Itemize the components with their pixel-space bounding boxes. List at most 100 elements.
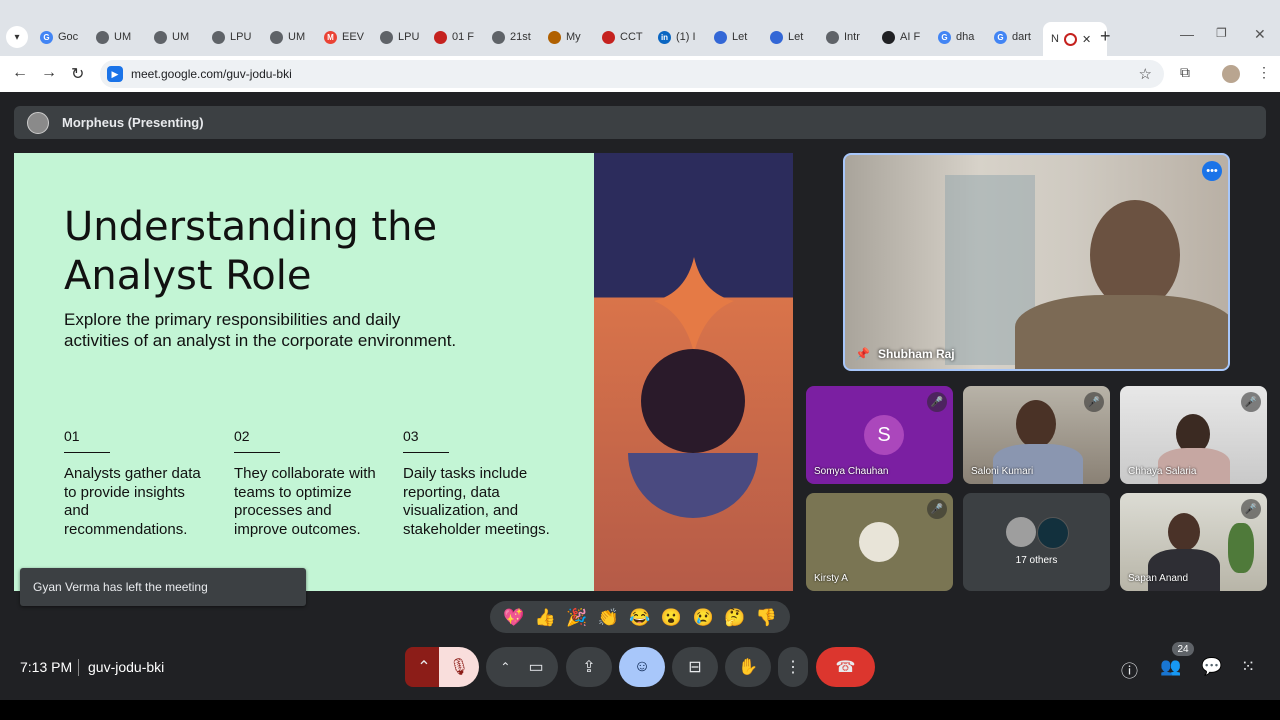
pinned-participant-tile[interactable]: ••• 📌 Shubham Raj bbox=[843, 153, 1230, 371]
browser-tab[interactable]: UM bbox=[154, 26, 202, 48]
reaction-party[interactable]: 🎉 bbox=[566, 609, 587, 626]
reaction-thumbs-down[interactable]: 👎 bbox=[756, 609, 777, 626]
new-tab-button[interactable]: + bbox=[1100, 26, 1111, 47]
url-text: meet.google.com/guv-jodu-bki bbox=[131, 67, 292, 81]
browser-tab[interactable]: AI F bbox=[882, 26, 930, 48]
participant-name: Chhaya Salaria bbox=[1128, 466, 1197, 477]
browser-tab[interactable]: Let bbox=[770, 26, 818, 48]
extensions-icon[interactable]: ⧉ bbox=[1180, 64, 1190, 81]
plant bbox=[1228, 523, 1254, 573]
participant-tile[interactable]: 🎤 Sapan Anand bbox=[1120, 493, 1267, 591]
more-options-button[interactable]: ⋮ bbox=[778, 647, 808, 687]
tab-label: Intr bbox=[844, 31, 860, 43]
browser-tab[interactable]: 01 F bbox=[434, 26, 482, 48]
reaction-thinking[interactable]: 🤔 bbox=[724, 609, 745, 626]
meet-site-icon: ▶ bbox=[107, 66, 123, 82]
mic-off-icon: 🎙 bbox=[448, 659, 470, 676]
people-icon[interactable]: 👥 bbox=[1160, 657, 1181, 677]
participant-face bbox=[1090, 200, 1180, 310]
browser-tab[interactable]: in (1) I bbox=[658, 26, 706, 48]
close-window-icon[interactable]: ✕ bbox=[1254, 26, 1266, 43]
muted-mic-icon: 🎤 bbox=[1084, 392, 1104, 412]
browser-tab[interactable]: Gdha bbox=[938, 26, 986, 48]
browser-tab[interactable]: LPU bbox=[380, 26, 428, 48]
participant-face bbox=[1016, 400, 1056, 448]
presenter-label: Morpheus (Presenting) bbox=[62, 115, 204, 130]
browser-tab[interactable]: M EEV bbox=[324, 26, 372, 48]
audio-options-button[interactable]: ⌃ bbox=[405, 647, 443, 687]
browser-tab[interactable]: UM bbox=[270, 26, 318, 48]
pin-icon[interactable]: 📌 bbox=[855, 347, 870, 361]
tab-google-meet-active[interactable]: N ✕ bbox=[1043, 22, 1107, 56]
column-text: Analysts gather data to provide insights… bbox=[64, 465, 201, 538]
reaction-thumbs-up[interactable]: 👍 bbox=[535, 609, 556, 626]
emoji-reactions-button[interactable]: ☺ bbox=[619, 647, 665, 687]
pinned-participant-name: Shubham Raj bbox=[877, 347, 955, 361]
raise-hand-button[interactable]: ✋ bbox=[725, 647, 771, 687]
close-tab-icon[interactable]: ✕ bbox=[1082, 33, 1091, 46]
present-screen-button[interactable]: ⇪ bbox=[566, 647, 612, 687]
people-count-badge: 24 bbox=[1172, 642, 1194, 656]
toast-text: Gyan Verma has left the meeting bbox=[33, 580, 208, 594]
leave-call-button[interactable]: ☎ bbox=[816, 647, 875, 687]
reaction-heart[interactable]: 💖 bbox=[503, 609, 524, 626]
participant-face bbox=[1168, 513, 1200, 551]
column-text: They collaborate with teams to optimize … bbox=[234, 465, 376, 538]
browser-tab[interactable]: LPU bbox=[212, 26, 260, 48]
reaction-surprised[interactable]: 😮 bbox=[661, 609, 682, 626]
participant-tile[interactable]: 🎤 Kirsty A bbox=[806, 493, 953, 591]
forward-icon[interactable]: → bbox=[41, 64, 57, 82]
browser-tab[interactable]: My bbox=[548, 26, 596, 48]
tab-favicon-icon: G bbox=[938, 30, 951, 44]
tab-label: N bbox=[1051, 33, 1059, 45]
reaction-sad[interactable]: 😢 bbox=[692, 609, 713, 626]
browser-toolbar: ← → ↻ ▶ meet.google.com/guv-jodu-bki ☆ ⧉… bbox=[0, 56, 1280, 92]
tab-favicon-icon bbox=[602, 30, 615, 44]
more-vert-icon: ⋮ bbox=[785, 659, 801, 676]
reaction-laugh[interactable]: 😂 bbox=[629, 609, 650, 626]
meeting-info-icon[interactable]: ⓘ bbox=[1121, 657, 1138, 682]
mic-toggle-button[interactable]: 🎙 bbox=[439, 647, 479, 687]
bottom-black-bar bbox=[0, 700, 1280, 720]
avatar bbox=[1006, 517, 1036, 547]
browser-tab[interactable]: Gdart bbox=[994, 26, 1042, 48]
bookmark-star-icon[interactable]: ☆ bbox=[1139, 65, 1152, 83]
tab-search-button[interactable]: ▾ bbox=[6, 26, 28, 48]
meeting-code[interactable]: guv-jodu-bki bbox=[88, 659, 164, 675]
slide-subtitle: Explore the primary responsibilities and… bbox=[64, 310, 457, 350]
captions-button[interactable]: ⊟ bbox=[672, 647, 718, 687]
tab-label: 21st bbox=[510, 31, 531, 43]
others-tile[interactable]: 17 others bbox=[963, 493, 1110, 591]
tab-label: 01 F bbox=[452, 31, 475, 43]
participant-tile[interactable]: 🎤 Chhaya Salaria bbox=[1120, 386, 1267, 484]
column-rule bbox=[234, 452, 280, 453]
chat-icon[interactable]: 💬 bbox=[1201, 657, 1222, 677]
minimize-icon[interactable]: — bbox=[1180, 26, 1194, 42]
browser-tab[interactable]: Intr bbox=[826, 26, 874, 48]
activities-icon[interactable]: ⁙ bbox=[1241, 657, 1255, 677]
participant-tile[interactable]: S 🎤 Somya Chauhan bbox=[806, 386, 953, 484]
tab-favicon-icon bbox=[380, 30, 393, 44]
browser-tab[interactable]: 21st bbox=[492, 26, 540, 48]
tab-favicon-icon bbox=[154, 30, 167, 44]
clock: 7:13 PM bbox=[20, 659, 73, 675]
back-icon[interactable]: ← bbox=[12, 64, 28, 82]
browser-tab[interactable]: CCT bbox=[602, 26, 650, 48]
slide-column-3: 03 Daily tasks include reporting, data v… bbox=[403, 428, 563, 539]
browser-tab[interactable]: G Goc bbox=[40, 26, 88, 48]
address-bar[interactable]: ▶ meet.google.com/guv-jodu-bki ☆ bbox=[100, 60, 1164, 88]
camera-icon[interactable]: ▭ bbox=[528, 657, 543, 677]
tab-label: LPU bbox=[398, 31, 420, 43]
reload-icon[interactable]: ↻ bbox=[71, 64, 84, 84]
reaction-clap[interactable]: 👏 bbox=[598, 609, 619, 626]
chrome-menu-icon[interactable]: ⋮ bbox=[1257, 64, 1271, 81]
browser-tab[interactable]: Let bbox=[714, 26, 762, 48]
video-options-icon[interactable]: ⌃ bbox=[500, 660, 510, 674]
browser-tab[interactable]: UM bbox=[96, 26, 144, 48]
restore-icon[interactable]: ❐ bbox=[1216, 26, 1227, 40]
more-options-icon[interactable]: ••• bbox=[1202, 161, 1222, 181]
participant-tile[interactable]: 🎤 Saloni Kumari bbox=[963, 386, 1110, 484]
profile-avatar[interactable] bbox=[1222, 65, 1240, 83]
tab-label: dha bbox=[956, 31, 975, 43]
tab-label: UM bbox=[114, 31, 132, 43]
